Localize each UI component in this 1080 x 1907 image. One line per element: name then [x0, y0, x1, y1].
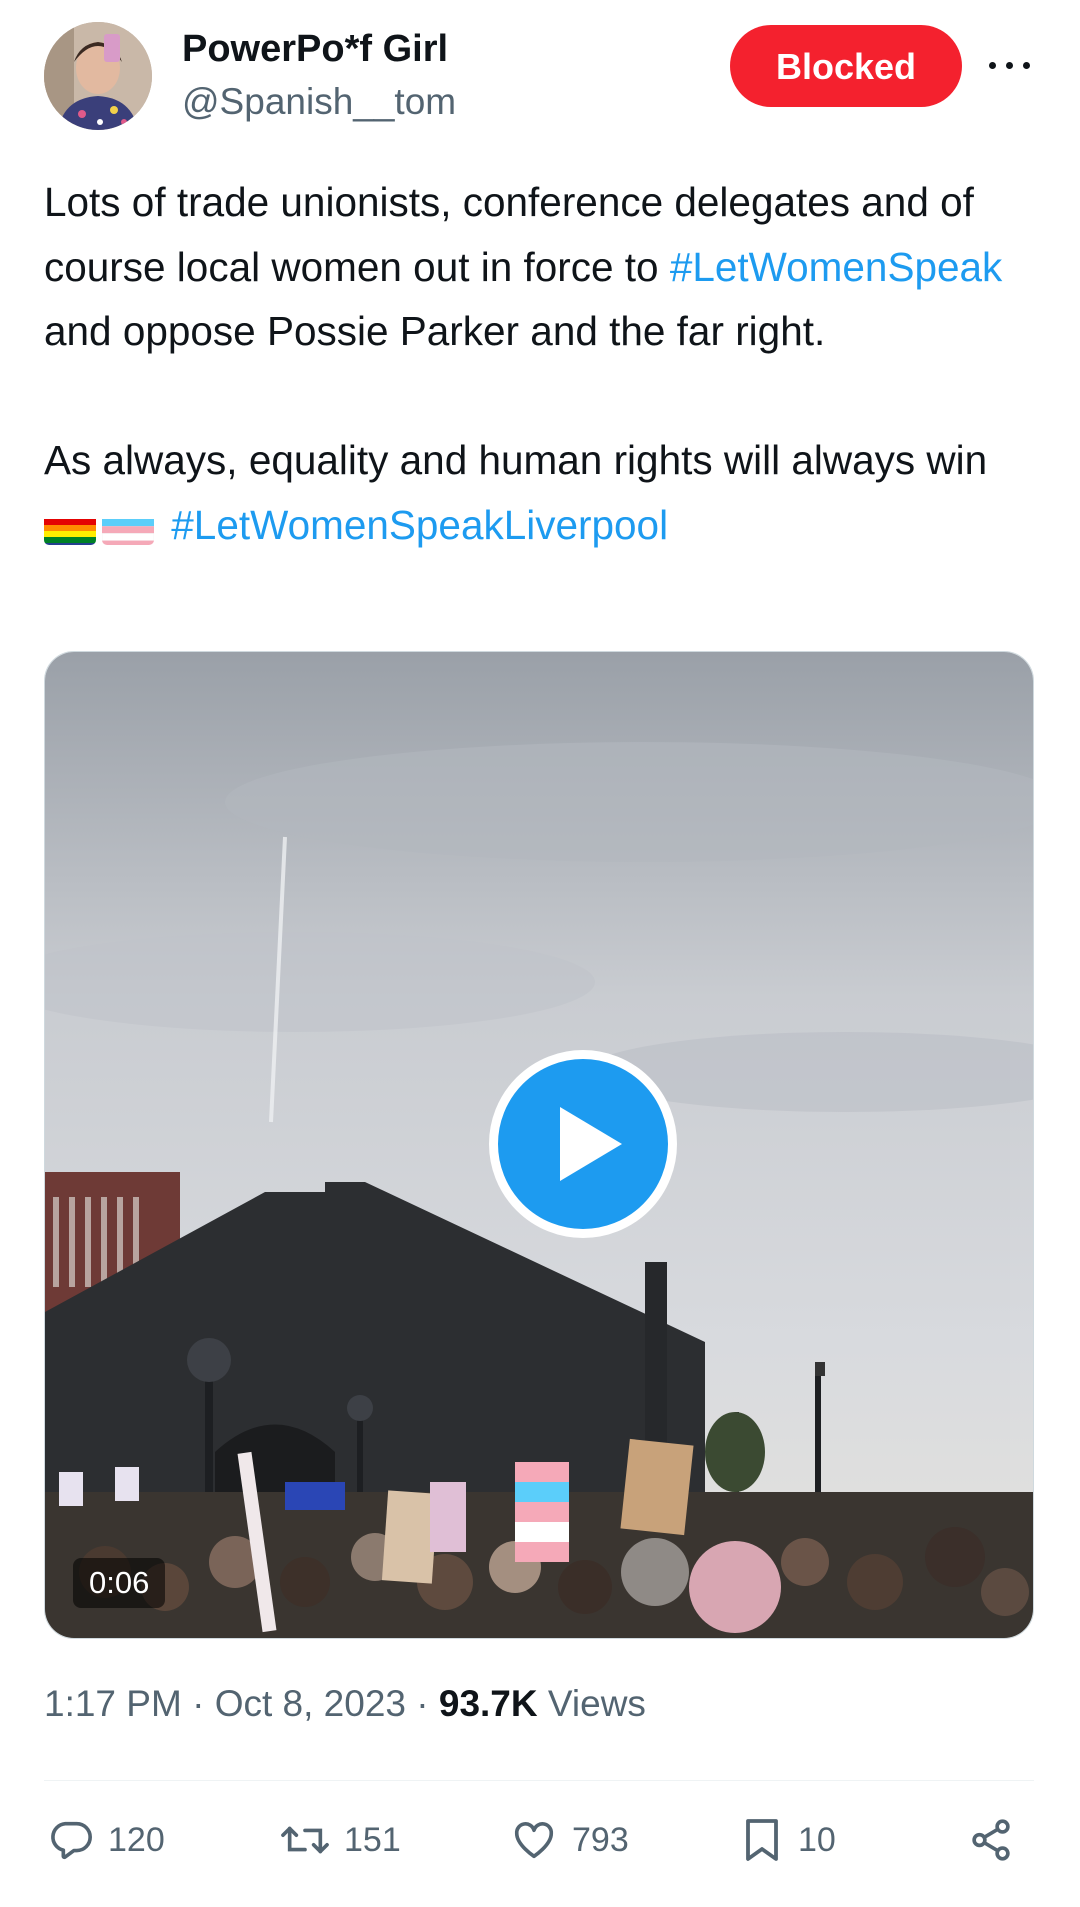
action-bar: 120 151 793 10 [0, 1800, 1080, 1880]
tweet-time[interactable]: 1:17 PM [44, 1683, 182, 1724]
tweet-paragraph-1: Lots of trade unionists, conference dele… [44, 170, 1034, 364]
bookmark-count: 10 [798, 1820, 836, 1859]
like-count: 793 [572, 1820, 629, 1859]
bookmark-icon [746, 1819, 778, 1861]
blocked-button[interactable]: Blocked [730, 25, 962, 107]
video-duration: 0:06 [73, 1558, 166, 1608]
like-button[interactable]: 793 [510, 1800, 629, 1880]
hashtag-letwomenspeakliverpool[interactable]: #LetWomenSpeakLiverpool [171, 502, 668, 548]
transgender-flag-icon [102, 509, 154, 545]
views-count: 93.7K [438, 1683, 538, 1724]
reply-count: 120 [108, 1820, 165, 1859]
tweet-text: Lots of trade unionists, conference dele… [44, 170, 1034, 557]
hashtag-letwomenspeak[interactable]: #LetWomenSpeak [670, 244, 1002, 290]
person-avatar-icon [44, 22, 152, 130]
reply-icon [51, 1821, 92, 1860]
share-button[interactable] [968, 1800, 1028, 1880]
tweet-paragraph-2: As always, equality and human rights wil… [44, 428, 1034, 557]
share-icon [972, 1819, 1010, 1861]
play-button[interactable] [489, 1050, 677, 1238]
views-label: Views [547, 1683, 646, 1724]
tweet-meta: 1:17 PM · Oct 8, 2023 · 93.7K Views [44, 1680, 646, 1728]
video-player[interactable]: 0:06 [44, 651, 1034, 1639]
bookmark-button[interactable]: 10 [740, 1800, 836, 1880]
meta-separator: · [192, 1683, 205, 1724]
reply-button[interactable]: 120 [48, 1800, 165, 1880]
play-icon [560, 1107, 622, 1181]
repost-count: 151 [344, 1820, 401, 1859]
user-handle[interactable]: @Spanish__tom [182, 80, 456, 124]
divider [44, 1780, 1034, 1781]
tweet-date[interactable]: Oct 8, 2023 [215, 1683, 406, 1724]
more-horizontal-icon[interactable] [985, 44, 1035, 84]
meta-separator: · [416, 1683, 429, 1724]
rainbow-flag-icon [44, 509, 96, 545]
display-name[interactable]: PowerPo*f Girl [182, 26, 448, 72]
tweet-text-part: As always, equality and human rights wil… [44, 437, 988, 483]
repost-button[interactable]: 151 [280, 1800, 401, 1880]
tweet-text-part: and oppose Possie Parker and the far rig… [44, 308, 826, 354]
heart-icon [514, 1822, 554, 1859]
avatar[interactable] [44, 22, 152, 130]
repost-icon [281, 1826, 329, 1854]
